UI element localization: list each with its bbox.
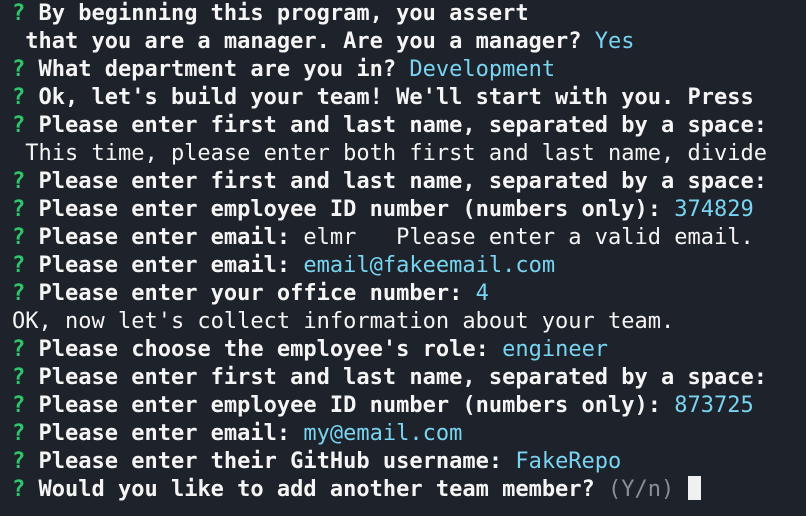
prompt-hint: (Y/n): [608, 477, 675, 502]
terminal-line: ? Please choose the employee's role: eng…: [12, 336, 806, 364]
prompt-answer: 374829: [674, 197, 754, 222]
prompt-question-continued: that you are a manager. Are you a manage…: [12, 29, 595, 54]
terminal-line: ? Please enter their GitHub username: Fa…: [12, 448, 806, 476]
prompt-symbol: ?: [12, 57, 26, 82]
prompt-symbol: ?: [12, 225, 26, 250]
prompt-question: Please enter first and last name, separa…: [38, 113, 767, 138]
prompt-question: Please enter email:: [38, 253, 304, 278]
prompt-symbol: ?: [12, 253, 26, 278]
prompt-symbol: ?: [12, 393, 26, 418]
prompt-symbol: ?: [12, 421, 26, 446]
terminal-line: ? Please enter your office number: 4: [12, 280, 806, 308]
prompt-question: By beginning this program, you assert: [38, 1, 529, 26]
prompt-answer: FakeRepo: [515, 449, 622, 474]
prompt-answer: 873725: [674, 393, 754, 418]
prompt-question: Please enter your office number:: [38, 281, 476, 306]
prompt-symbol: ?: [12, 169, 26, 194]
prompt-symbol: ?: [12, 1, 26, 26]
terminal-line: ? Please enter email: my@email.com: [12, 420, 806, 448]
prompt-symbol: ?: [12, 197, 26, 222]
prompt-question: Please enter email:: [38, 421, 304, 446]
prompt-question: Would you like to add another team membe…: [38, 477, 609, 502]
output-text: This time, please enter both first and l…: [12, 141, 767, 166]
terminal-line: ? By beginning this program, you assert: [12, 0, 806, 28]
prompt-question: Please enter first and last name, separa…: [38, 169, 767, 194]
terminal-line: This time, please enter both first and l…: [12, 140, 806, 168]
prompt-symbol: ?: [12, 281, 26, 306]
prompt-answer: my@email.com: [303, 421, 463, 446]
terminal-line: ? Would you like to add another team mem…: [12, 476, 806, 504]
prompt-question: Ok, let's build your team! We'll start w…: [38, 85, 754, 110]
prompt-answer: 4: [475, 281, 489, 306]
prompt-answer: engineer: [502, 337, 609, 362]
prompt-symbol: ?: [12, 85, 26, 110]
prompt-answer: Development: [409, 57, 556, 82]
prompt-answer: Yes: [594, 29, 635, 54]
terminal-line: OK, now let's collect information about …: [12, 308, 806, 336]
prompt-answer: email@fakeemail.com: [303, 253, 556, 278]
prompt-question: Please enter their GitHub username:: [38, 449, 516, 474]
prompt-symbol: ?: [12, 113, 26, 138]
prompt-raw-input: elmr Please enter a valid email.: [303, 225, 754, 250]
terminal-line: ? Please enter email: elmr Please enter …: [12, 224, 806, 252]
prompt-symbol: ?: [12, 477, 26, 502]
terminal-line: ? Please enter first and last name, sepa…: [12, 112, 806, 140]
terminal-line: ? Please enter employee ID number (numbe…: [12, 196, 806, 224]
prompt-question: Please enter email:: [38, 225, 304, 250]
terminal-window[interactable]: ? By beginning this program, you assert …: [12, 0, 806, 516]
prompt-symbol: ?: [12, 337, 26, 362]
terminal-line: ? Ok, let's build your team! We'll start…: [12, 84, 806, 112]
terminal-line: ? What department are you in? Developmen…: [12, 56, 806, 84]
terminal-line: ? Please enter first and last name, sepa…: [12, 364, 806, 392]
prompt-question: Please enter employee ID number (numbers…: [38, 393, 675, 418]
prompt-symbol: ?: [12, 365, 26, 390]
terminal-line: ? Please enter first and last name, sepa…: [12, 168, 806, 196]
prompt-symbol: ?: [12, 449, 26, 474]
text-cursor[interactable]: [687, 476, 701, 500]
prompt-question: Please enter employee ID number (numbers…: [38, 197, 675, 222]
prompt-question: What department are you in?: [38, 57, 410, 82]
output-text: OK, now let's collect information about …: [12, 309, 675, 334]
terminal-line: ? Please enter email: email@fakeemail.co…: [12, 252, 806, 280]
terminal-line: that you are a manager. Are you a manage…: [12, 28, 806, 56]
terminal-line: ? Please enter employee ID number (numbe…: [12, 392, 806, 420]
prompt-question: Please choose the employee's role:: [38, 337, 503, 362]
prompt-question: Please enter first and last name, separa…: [38, 365, 767, 390]
